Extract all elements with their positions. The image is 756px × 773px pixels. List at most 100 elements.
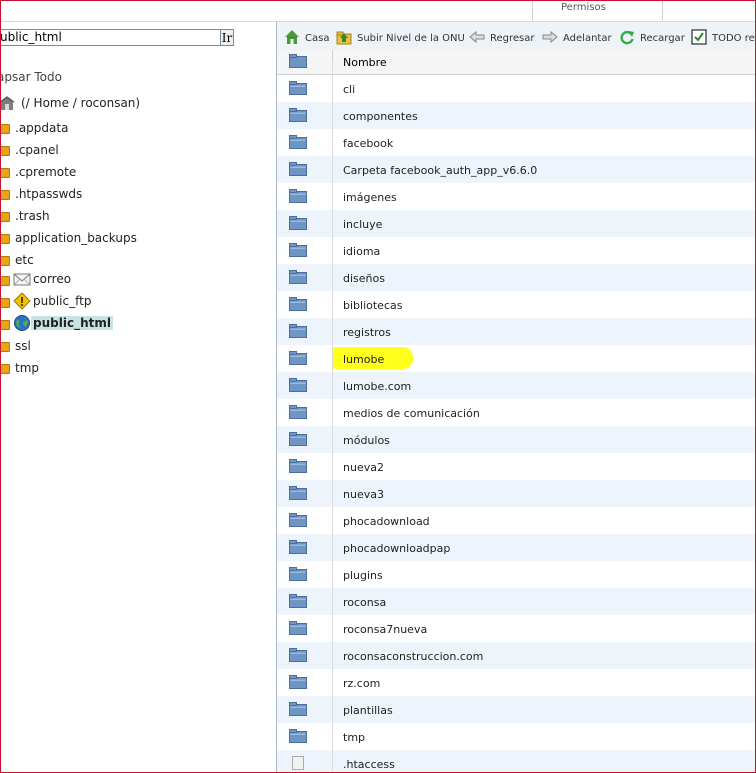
folder-icon <box>1 146 10 156</box>
tree-item-appdata[interactable]: .appdata <box>1 118 121 138</box>
column-divider <box>332 480 333 507</box>
table-row[interactable]: rz.com <box>277 669 755 696</box>
table-row[interactable]: registros <box>277 318 755 345</box>
table-row-partial[interactable] <box>277 54 755 75</box>
tree-item-tmp[interactable]: tmp <box>1 358 121 378</box>
folder-icon <box>289 270 307 284</box>
column-divider <box>662 1 663 21</box>
tree-item-etc[interactable]: etc <box>1 250 121 270</box>
tree-item-label: .htpasswds <box>15 187 83 201</box>
checkbox-icon <box>691 29 707 45</box>
table-row[interactable]: roconsa7nueva <box>277 615 755 642</box>
back-button-label: Regresar <box>490 33 535 44</box>
table-row[interactable]: bibliotecas <box>277 291 755 318</box>
file-table: Nombre cli componentes facebook Carpeta fac… <box>277 50 755 772</box>
file-name: Carpeta facebook_auth_app_v6.6.0 <box>343 164 538 177</box>
folder-icon <box>289 567 307 581</box>
path-input[interactable] <box>1 29 221 46</box>
table-row[interactable]: nueva3 <box>277 480 755 507</box>
tree-home[interactable]: (/ Home / roconsan) <box>1 94 201 114</box>
column-divider <box>332 75 333 102</box>
table-row[interactable]: cli <box>277 75 755 102</box>
table-row[interactable]: .htaccess <box>277 750 755 772</box>
column-divider <box>332 561 333 588</box>
folder-icon <box>289 594 307 608</box>
folder-icon <box>1 364 10 374</box>
folder-icon <box>289 702 307 716</box>
file-name: imágenes <box>343 191 397 204</box>
file-name: bibliotecas <box>343 299 403 312</box>
tree-item-public-ftp[interactable]: public_ftp <box>1 292 121 312</box>
forward-button-label: Adelantar <box>563 33 612 44</box>
column-divider <box>332 318 333 345</box>
ftp-warning-icon <box>13 292 31 310</box>
table-row[interactable]: incluye <box>277 210 755 237</box>
go-button[interactable]: Ir <box>220 29 234 46</box>
column-divider <box>332 453 333 480</box>
permissions-column-header[interactable]: Permisos <box>561 2 606 13</box>
file-name: idioma <box>343 245 381 258</box>
column-divider <box>332 372 333 399</box>
table-row[interactable]: idioma <box>277 237 755 264</box>
up-level-button[interactable]: Subir Nivel de la ONU <box>336 29 465 45</box>
folder-icon <box>289 81 307 95</box>
table-row[interactable]: roconsa <box>277 588 755 615</box>
table-row[interactable]: medios de comunicación <box>277 399 755 426</box>
table-row[interactable]: facebook <box>277 129 755 156</box>
file-name: lumobe.com <box>343 380 412 393</box>
reload-button[interactable]: Recargar <box>619 29 685 45</box>
folder-icon <box>1 212 10 222</box>
back-button[interactable]: Regresar <box>469 29 535 45</box>
tree-item-correo[interactable]: correo <box>1 270 121 290</box>
table-row[interactable]: imágenes <box>277 183 755 210</box>
folder-icon <box>289 459 307 473</box>
tree-item-label: public_ftp <box>33 294 92 308</box>
folder-icon <box>1 276 10 286</box>
column-divider <box>332 507 333 534</box>
table-row[interactable]: nueva2 <box>277 453 755 480</box>
tree-item-application-backups[interactable]: application_backups <box>1 228 161 248</box>
folder-icon <box>289 513 307 527</box>
folder-icon <box>289 675 307 689</box>
file-name: componentes <box>343 110 418 123</box>
folder-icon <box>289 486 307 500</box>
folder-icon <box>289 162 307 176</box>
file-manager-window: Permisos Ir apsar Todo (/ Home / roconsa… <box>0 0 756 773</box>
tree-item-ssl[interactable]: ssl <box>1 336 121 356</box>
forward-button[interactable]: Adelantar <box>542 29 612 45</box>
folder-icon <box>289 297 307 311</box>
table-row[interactable]: Carpeta facebook_auth_app_v6.6.0 <box>277 156 755 183</box>
tree-item-public-html[interactable]: public_html <box>1 314 121 334</box>
table-row[interactable]: componentes <box>277 102 755 129</box>
file-icon <box>292 756 304 770</box>
column-divider <box>332 588 333 615</box>
home-button-label: Casa <box>305 33 330 44</box>
select-all-button[interactable]: TODO rec <box>691 29 755 45</box>
tree-item-trash[interactable]: .trash <box>1 206 121 226</box>
table-row[interactable]: plantillas <box>277 696 755 723</box>
table-row[interactable]: lumobe.com <box>277 372 755 399</box>
table-row[interactable]: roconsaconstruccion.com <box>277 642 755 669</box>
home-button[interactable]: Casa <box>284 29 330 45</box>
column-divider <box>332 426 333 453</box>
home-folder-icon <box>1 96 15 110</box>
collapse-all-link[interactable]: apsar Todo <box>1 70 62 84</box>
table-row[interactable]: phocadownloadpap <box>277 534 755 561</box>
file-name: roconsaconstruccion.com <box>343 650 484 663</box>
file-name: medios de comunicación <box>343 407 480 420</box>
forward-arrow-icon <box>542 30 558 44</box>
column-divider <box>332 129 333 156</box>
table-row[interactable]: módulos <box>277 426 755 453</box>
table-row[interactable]: phocadownload <box>277 507 755 534</box>
tree-item-cpremote[interactable]: .cpremote <box>1 162 121 182</box>
file-name: diseños <box>343 272 385 285</box>
table-row[interactable]: diseños <box>277 264 755 291</box>
table-row[interactable]: plugins <box>277 561 755 588</box>
table-row[interactable]: lumobe <box>277 345 755 372</box>
folder-icon <box>289 729 307 743</box>
tree-item-htpasswds[interactable]: .htpasswds <box>1 184 121 204</box>
tree-item-cpanel[interactable]: .cpanel <box>1 140 121 160</box>
tree-item-label: tmp <box>15 361 40 375</box>
reload-icon <box>620 30 634 45</box>
table-row[interactable]: tmp <box>277 723 755 750</box>
